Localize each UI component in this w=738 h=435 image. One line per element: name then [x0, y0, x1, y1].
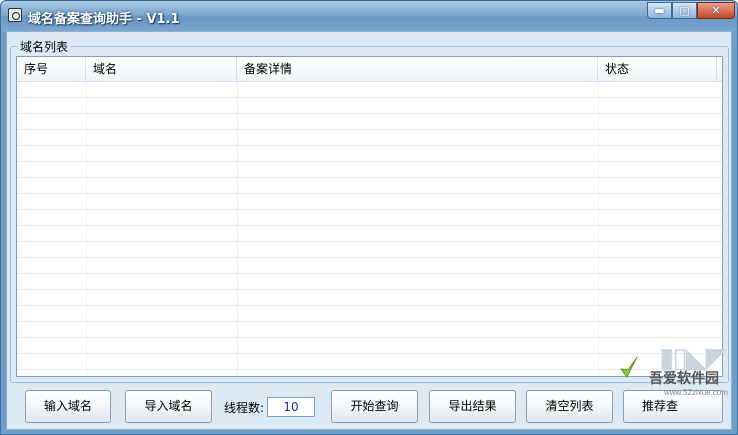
thread-count-label: 线程数: [224, 401, 265, 415]
list-header: 序号 域名 备案详情 状态 [17, 57, 722, 82]
start-query-button[interactable]: 开始查询 [331, 390, 418, 423]
column-divider [86, 82, 87, 376]
column-header-index[interactable]: 序号 [17, 57, 86, 82]
main-window: 域名备案查询助手 - V1.1 ▬ □ ✕ 域名列表 序号 域名 备案详情 状态… [0, 0, 738, 435]
close-button[interactable]: ✕ [697, 2, 735, 19]
group-title: 域名列表 [17, 38, 72, 55]
minimize-button[interactable]: ▬ [647, 2, 672, 19]
column-header-status[interactable]: 状态 [598, 57, 717, 82]
close-icon: ✕ [711, 4, 721, 17]
clear-list-button[interactable]: 清空列表 [526, 390, 613, 423]
domain-list[interactable]: 序号 域名 备案详情 状态 [16, 56, 723, 377]
watermark-url: www.52zixue.com [664, 388, 729, 397]
title-bar[interactable]: 域名备案查询助手 - V1.1 ▬ □ ✕ [1, 1, 737, 31]
column-divider [598, 82, 599, 376]
input-domain-button[interactable]: 输入域名 [25, 390, 111, 423]
app-icon[interactable] [8, 8, 22, 22]
thread-count-input[interactable] [267, 397, 315, 417]
column-divider [237, 82, 238, 376]
minimize-icon: ▬ [654, 4, 665, 17]
maximize-button[interactable]: □ [672, 2, 697, 19]
import-domain-button[interactable]: 导入域名 [125, 390, 212, 423]
maximize-icon: □ [679, 4, 690, 17]
watermark: ▮▯◣◤ 吾爱软件园 www.52zixue.com [619, 341, 729, 401]
watermark-check-icon [619, 356, 638, 378]
window-title: 域名备案查询助手 - V1.1 [28, 12, 180, 27]
export-results-button[interactable]: 导出结果 [429, 390, 516, 423]
column-header-details[interactable]: 备案详情 [237, 57, 598, 82]
list-rows[interactable] [17, 82, 722, 376]
column-header-domain[interactable]: 域名 [86, 57, 237, 82]
watermark-brand: 吾爱软件园 [649, 371, 719, 387]
